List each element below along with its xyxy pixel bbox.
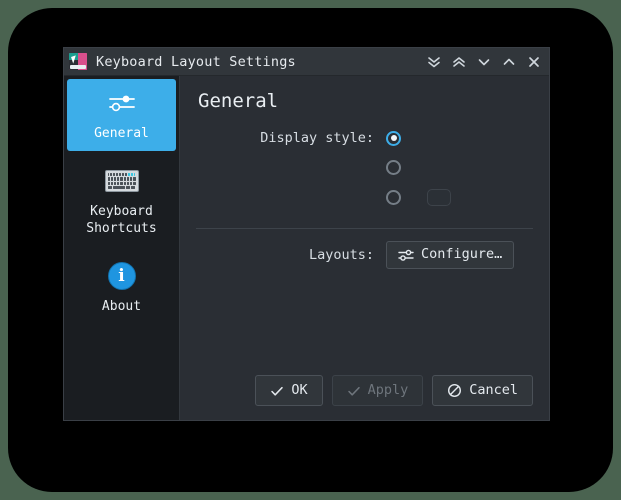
apply-button-label: Apply <box>367 381 409 398</box>
shade-all-icon[interactable] <box>423 51 445 73</box>
cancel-button[interactable]: Cancel <box>432 375 533 406</box>
close-icon[interactable] <box>523 51 545 73</box>
sidebar-item-about[interactable]: i About <box>67 252 176 324</box>
configure-layouts-label: Configure… <box>421 246 503 263</box>
unshade-all-icon[interactable] <box>448 51 470 73</box>
sliders-icon <box>105 87 139 119</box>
sidebar-item-label: General <box>94 126 149 141</box>
minimize-icon[interactable] <box>473 51 495 73</box>
section-separator <box>196 228 533 229</box>
sidebar-item-label: About <box>101 299 142 314</box>
display-style-radio-2[interactable] <box>386 160 401 175</box>
cancel-button-label: Cancel <box>469 381 518 398</box>
display-style-row-1: Display style: <box>196 130 533 146</box>
keyboard-layout-icon <box>69 53 87 70</box>
display-style-row-3 <box>196 189 533 206</box>
keyboard-layout-settings-window: Keyboard Layout Settings General Keyboar… <box>63 47 550 421</box>
window-titlebar[interactable]: Keyboard Layout Settings <box>64 48 549 76</box>
window-title: Keyboard Layout Settings <box>96 53 296 70</box>
apply-button[interactable]: Apply <box>331 375 424 406</box>
page-title: General <box>198 90 279 112</box>
sidebar-item-general[interactable]: General <box>67 79 176 151</box>
check-icon <box>347 384 361 398</box>
layouts-label: Layouts: <box>308 247 374 263</box>
display-style-radio-3[interactable] <box>386 190 401 205</box>
display-style-extra-field[interactable] <box>427 189 451 206</box>
cancel-icon <box>447 383 462 398</box>
sliders-icon <box>398 248 414 262</box>
sidebar: General Keyboard Shortcuts i About <box>64 76 180 420</box>
window-controls <box>423 51 545 73</box>
layouts-row: Layouts: Configure… <box>196 241 533 269</box>
keyboard-icon <box>104 165 139 197</box>
sidebar-item-label: Keyboard Shortcuts <box>86 204 157 236</box>
check-icon <box>270 384 284 398</box>
configure-layouts-button[interactable]: Configure… <box>386 241 515 269</box>
content-pane: General Display style: Layouts: Configur… <box>180 76 549 420</box>
ok-button[interactable]: OK <box>255 375 323 406</box>
display-style-label: Display style: <box>260 130 374 146</box>
info-circle-icon: i <box>107 260 136 292</box>
sidebar-item-keyboard-shortcuts[interactable]: Keyboard Shortcuts <box>67 157 176 246</box>
dialog-button-bar: OK Apply Cancel <box>196 375 533 420</box>
ok-button-label: OK <box>291 381 308 398</box>
maximize-icon[interactable] <box>498 51 520 73</box>
display-style-row-2 <box>196 160 533 175</box>
display-style-radio-1[interactable] <box>386 130 401 146</box>
